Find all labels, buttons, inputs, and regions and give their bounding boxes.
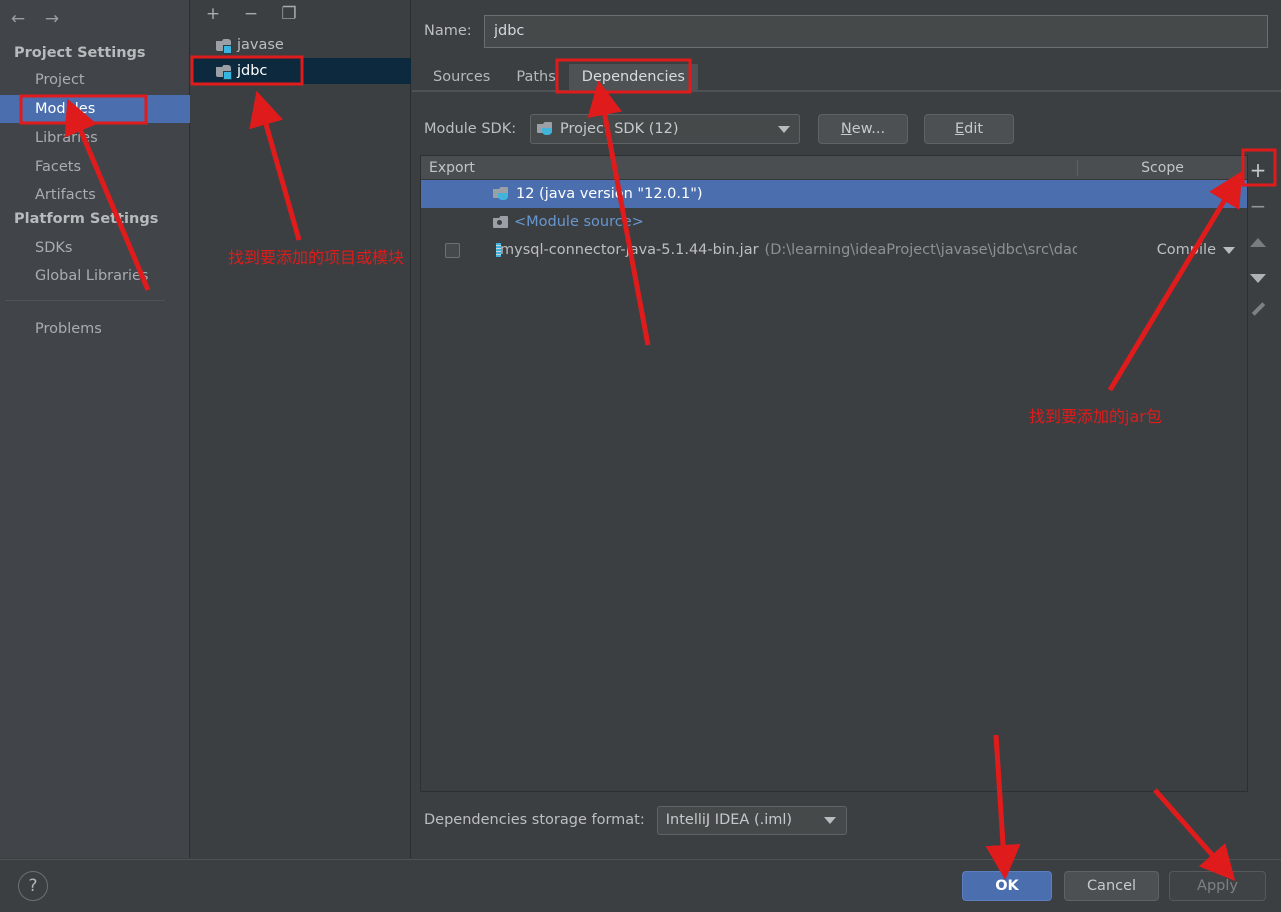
remove-module-button[interactable]: − — [241, 5, 261, 25]
dialog-button-bar: ? OK Cancel Apply — [0, 859, 1281, 912]
table-row[interactable]: <Module source> — [421, 208, 1247, 236]
edit-dependency-button[interactable] — [1243, 296, 1273, 332]
sidebar-item-modules[interactable]: Modules — [0, 95, 190, 123]
module-sdk-select[interactable]: Project SDK (12) — [530, 114, 800, 144]
dependencies-table-header: Export Scope — [421, 156, 1247, 180]
tab-paths[interactable]: Paths — [503, 64, 568, 91]
sidebar-item-global-libraries[interactable]: Global Libraries — [0, 262, 190, 290]
modules-list-panel: + − ❐ javase jdbc — [191, 0, 411, 858]
add-dependency-button[interactable]: + — [1243, 152, 1273, 188]
tab-dependencies[interactable]: Dependencies — [568, 64, 698, 91]
dependency-name-cell: 12 (java version "12.0.1") — [483, 186, 1077, 202]
sidebar-item-sdks[interactable]: SDKs — [0, 234, 190, 262]
storage-format-value: IntelliJ IDEA (.iml) — [665, 812, 793, 828]
chevron-down-icon — [778, 126, 790, 133]
sidebar-group-project-settings: Project Settings — [14, 45, 146, 61]
triangle-down-icon — [1250, 273, 1266, 283]
sdk-folder-icon — [493, 187, 510, 201]
module-sdk-label: Module SDK: — [424, 121, 517, 137]
module-list-item-label: javase — [237, 37, 284, 53]
move-up-button[interactable] — [1243, 224, 1273, 260]
new-sdk-button-rest: ew... — [851, 121, 886, 137]
module-list-item-javase[interactable]: javase — [191, 32, 411, 58]
storage-format-select[interactable]: IntelliJ IDEA (.iml) — [656, 805, 847, 835]
module-sdk-value: Project SDK (12) — [560, 121, 679, 137]
column-header-scope[interactable]: Scope — [1077, 159, 1247, 176]
new-sdk-button[interactable]: New... — [818, 114, 908, 144]
dependency-name: <Module source> — [514, 214, 644, 230]
module-name-input[interactable] — [484, 14, 1268, 48]
tab-sources[interactable]: Sources — [420, 64, 503, 91]
dependencies-table: Export Scope 12 (java version "12.0.1") — [420, 155, 1248, 792]
module-folder-icon — [216, 64, 232, 80]
copy-module-button[interactable]: ❐ — [279, 5, 299, 25]
column-header-export[interactable]: Export — [421, 160, 483, 176]
triangle-up-icon — [1250, 237, 1266, 247]
export-checkbox[interactable] — [444, 242, 460, 258]
module-list-item-jdbc[interactable]: jdbc — [191, 58, 411, 84]
storage-format-label: Dependencies storage format: — [424, 812, 645, 828]
apply-button[interactable]: Apply — [1169, 871, 1266, 901]
help-button[interactable]: ? — [18, 871, 48, 901]
sidebar-group-platform-settings: Platform Settings — [14, 211, 159, 227]
table-row[interactable]: mysql-connector-java-5.1.44-bin.jar (D:\… — [421, 236, 1247, 264]
storage-format-row: Dependencies storage format: IntelliJ ID… — [412, 805, 1281, 835]
scope-cell[interactable]: Compile — [1077, 242, 1247, 258]
sidebar-divider — [5, 300, 165, 301]
new-sdk-button-mnemonic: N — [840, 121, 852, 137]
dependency-name-cell: <Module source> — [483, 214, 1077, 230]
arrow-right-icon[interactable]: → — [42, 9, 62, 29]
add-module-button[interactable]: + — [203, 5, 223, 25]
sidebar-item-artifacts[interactable]: Artifacts — [0, 181, 190, 209]
module-name-row: Name: — [412, 14, 1281, 48]
sidebar-nav-arrows: ← → — [8, 6, 62, 32]
dependency-name: mysql-connector-java-5.1.44-bin.jar — [500, 242, 759, 258]
modules-toolbar: + − ❐ — [191, 0, 411, 30]
dependencies-side-toolbar: + − — [1242, 152, 1274, 342]
sidebar-item-facets[interactable]: Facets — [0, 153, 190, 181]
dependency-name: 12 (java version "12.0.1") — [516, 186, 703, 202]
scope-value: Compile — [1156, 242, 1216, 258]
module-source-icon — [493, 215, 509, 229]
dependency-name-cell: mysql-connector-java-5.1.44-bin.jar (D:\… — [483, 242, 1077, 258]
pencil-icon — [1251, 307, 1266, 322]
module-name-label: Name: — [424, 23, 472, 39]
move-down-button[interactable] — [1243, 260, 1273, 296]
table-row[interactable]: 12 (java version "12.0.1") — [421, 180, 1247, 208]
sidebar-item-problems[interactable]: Problems — [0, 315, 190, 343]
module-tabs: Sources Paths Dependencies — [420, 62, 698, 91]
tabs-underline — [412, 90, 1281, 92]
edit-sdk-button-mnemonic: E — [954, 121, 965, 137]
cancel-button[interactable]: Cancel — [1064, 871, 1159, 901]
project-structure-dialog: ← → Project Settings Platform Settings P… — [0, 0, 1281, 912]
sidebar-item-libraries[interactable]: Libraries — [0, 124, 190, 152]
module-detail-panel: Name: Sources Paths Dependencies Module … — [412, 0, 1281, 858]
sdk-icon — [537, 122, 554, 136]
ok-button[interactable]: OK — [962, 871, 1052, 901]
edit-sdk-button[interactable]: Edit — [924, 114, 1014, 144]
remove-dependency-button[interactable]: − — [1243, 188, 1273, 224]
dependency-path: (D:\learning\ideaProject\javase\jdbc\src… — [764, 242, 1077, 258]
settings-sidebar: ← → Project Settings Platform Settings P… — [0, 0, 190, 858]
edit-sdk-button-rest: dit — [964, 121, 984, 137]
chevron-down-icon — [823, 816, 836, 824]
arrow-left-icon[interactable]: ← — [8, 9, 28, 29]
module-sdk-row: Module SDK: Project SDK (12) New... Edit — [412, 113, 1281, 145]
module-list-item-label: jdbc — [237, 63, 268, 79]
module-folder-icon — [216, 38, 232, 54]
export-cell[interactable] — [421, 242, 483, 258]
sidebar-item-project[interactable]: Project — [0, 66, 190, 94]
chevron-down-icon[interactable] — [1223, 246, 1235, 254]
